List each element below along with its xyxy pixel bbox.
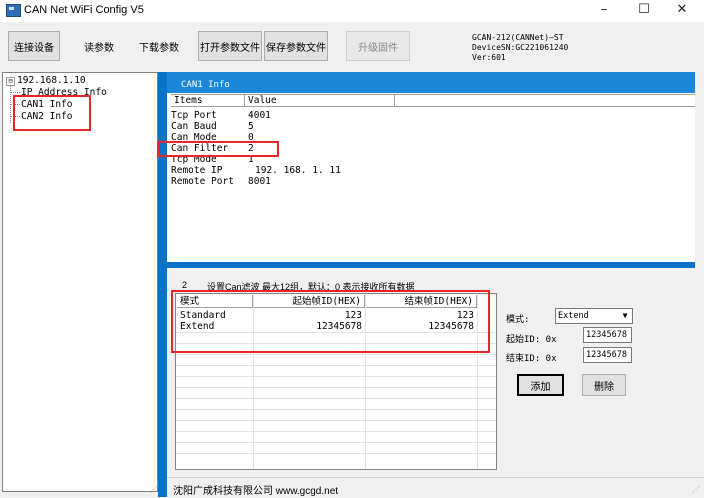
download-params-button[interactable]: 下载参数: [133, 31, 185, 61]
device-serial: DeviceSN:GC221061240: [472, 43, 569, 52]
chevron-down-icon[interactable]: ▼: [619, 310, 631, 322]
vertical-splitter[interactable]: [158, 72, 167, 497]
mode-label: 模式:: [506, 315, 530, 325]
list-item[interactable]: Remote Port 8001: [171, 176, 471, 187]
column-header-value[interactable]: Value: [245, 95, 395, 107]
start-id-input[interactable]: 12345678: [583, 327, 632, 343]
grid-line: [176, 387, 496, 388]
item-value: 5: [248, 121, 254, 132]
highlight-box: [13, 95, 91, 131]
item-name: Remote Port: [171, 176, 234, 187]
device-version: Ver:601: [472, 53, 506, 62]
save-param-file-button[interactable]: 保存参数文件: [264, 31, 328, 61]
upgrade-firmware-button[interactable]: 升级固件: [346, 31, 410, 61]
can-info-list[interactable]: Items Value Tcp Port 4001 Can Baud 5 Can M…: [171, 94, 695, 263]
delete-filter-button[interactable]: 删除: [582, 374, 626, 396]
list-item[interactable]: Can Baud 5: [171, 121, 471, 132]
end-id-input[interactable]: 12345678: [583, 347, 632, 363]
end-id-label: 结束ID: 0x: [506, 354, 557, 364]
start-id-label: 起始ID: 0x: [506, 335, 557, 345]
tree-root-ip[interactable]: 192.168.1.10: [17, 75, 86, 86]
close-button[interactable]: ✕: [662, 0, 702, 22]
item-name: Tcp Port: [171, 110, 217, 121]
device-tree[interactable]: ⊟ 192.168.1.10 IP Address Info CAN1 Info…: [2, 72, 158, 492]
open-param-file-button[interactable]: 打开参数文件: [198, 31, 262, 61]
grid-line: [176, 365, 496, 366]
column-header-filler: [395, 95, 695, 107]
device-model: GCAN-212(CANNet)—ST: [472, 33, 564, 42]
grid-line: [176, 409, 496, 410]
item-value: 8001: [248, 176, 271, 187]
panel-title: CAN1 Info: [181, 80, 230, 90]
item-name: Remote IP: [171, 165, 223, 176]
toolbar: 连接设备 读参数 下载参数 打开参数文件 保存参数文件 升级固件 GCAN-21…: [0, 22, 704, 72]
highlight-box: [171, 290, 490, 353]
list-item[interactable]: Tcp Port 4001: [171, 110, 471, 121]
status-bar: 沈阳广成科技有限公司 www.gcgd.net: [167, 477, 704, 498]
connect-device-button[interactable]: 连接设备: [8, 31, 60, 61]
grid-line: [176, 376, 496, 377]
mode-select-value: Extend: [558, 311, 589, 321]
column-header-items[interactable]: Items: [171, 95, 245, 107]
panel-header: CAN1 Info: [167, 72, 695, 93]
device-info: GCAN-212(CANNet)—ST DeviceSN:GC221061240…: [472, 33, 568, 63]
grid-line: [176, 453, 496, 454]
window-title: CAN Net WiFi Config V5: [24, 4, 144, 16]
mode-select[interactable]: Extend ▼: [555, 308, 633, 324]
list-item[interactable]: Remote IP 192. 168. 1. 11: [171, 165, 471, 176]
grid-line: [176, 420, 496, 421]
item-value: 192. 168. 1. 11: [255, 165, 341, 176]
add-filter-button[interactable]: 添加: [517, 374, 564, 396]
maximize-button[interactable]: ☐: [624, 0, 664, 22]
resize-grip-icon: ⋰: [150, 485, 158, 494]
item-name: Can Baud: [171, 121, 217, 132]
title-bar: CAN Net WiFi Config V5 – ☐ ✕: [0, 0, 704, 22]
grid-line: [176, 398, 496, 399]
minimize-button[interactable]: –: [584, 0, 624, 22]
resize-grip-icon[interactable]: ⋰: [692, 485, 700, 494]
grid-line: [176, 431, 496, 432]
highlight-box: [157, 141, 279, 157]
tree-connector: [10, 92, 20, 93]
can-info-panel: CAN1 Info Items Value Tcp Port 4001 Can B…: [167, 72, 695, 263]
grid-line: [176, 354, 496, 355]
item-value: 4001: [248, 110, 271, 121]
grid-line: [176, 442, 496, 443]
company-info: 沈阳广成科技有限公司 www.gcgd.net: [173, 486, 339, 497]
filter-count: 2: [182, 280, 188, 290]
app-icon: [6, 4, 21, 17]
read-params-button[interactable]: 读参数: [73, 31, 125, 61]
